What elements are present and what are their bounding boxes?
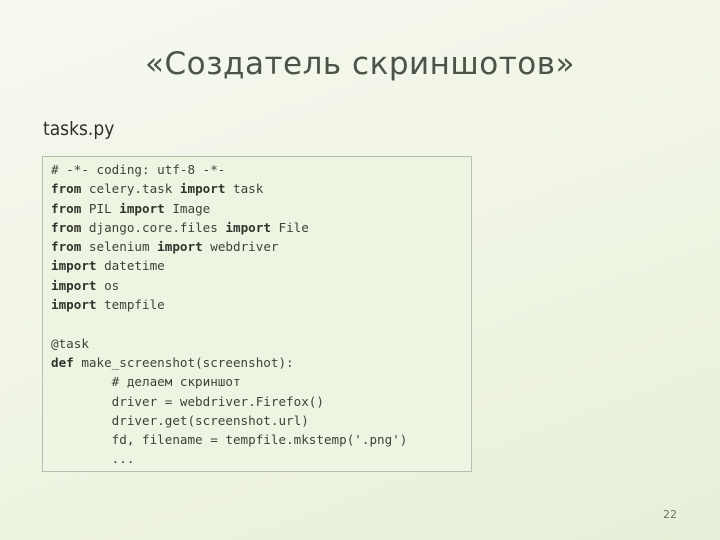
code-line: import datetime <box>51 256 471 275</box>
code-text: make_screenshot(screenshot): <box>73 354 294 370</box>
code-text: Image <box>164 200 211 216</box>
code-keyword: from <box>51 219 82 235</box>
file-name-label: tasks.py <box>43 118 115 140</box>
code-text: os <box>96 277 120 293</box>
code-text: selenium <box>81 239 158 255</box>
code-line: from celery.task import task <box>51 179 471 198</box>
code-text: task <box>225 181 264 197</box>
code-text: webdriver <box>202 239 279 255</box>
code-line: driver.get(screenshot.url) <box>51 411 471 430</box>
code-text: celery.task <box>81 181 180 197</box>
code-keyword: import <box>179 181 226 197</box>
code-text: fd, filename = tempfile.mkstemp('.png') <box>51 432 408 448</box>
code-line: import tempfile <box>51 295 471 314</box>
code-text: datetime <box>96 258 165 274</box>
code-keyword: def <box>51 354 74 370</box>
slide-title: «Создатель скриншотов» <box>144 46 575 82</box>
code-keyword: from <box>51 200 82 216</box>
code-keyword: import <box>51 258 97 274</box>
code-line: driver = webdriver.Firefox() <box>51 392 471 411</box>
code-keyword: import <box>225 219 271 235</box>
code-text: @task <box>51 335 89 351</box>
code-keyword: import <box>51 297 97 313</box>
code-text: driver = webdriver.Firefox() <box>51 393 324 409</box>
code-line: def make_screenshot(screenshot): <box>51 353 471 372</box>
code-text: # делаем скриншот <box>51 374 241 390</box>
code-keyword: from <box>51 239 82 255</box>
code-text: File <box>270 219 309 235</box>
code-line: # -*- coding: utf-8 -*- <box>51 160 471 179</box>
code-line: ... <box>51 449 471 468</box>
code-line: from selenium import webdriver <box>51 237 471 256</box>
code-line: # делаем скриншот <box>51 372 471 391</box>
code-line: fd, filename = tempfile.mkstemp('.png') <box>51 430 471 449</box>
code-text: # -*- coding: utf-8 -*- <box>51 162 226 177</box>
code-line: @task <box>51 334 471 353</box>
code-keyword: from <box>51 181 82 197</box>
code-text: PIL <box>81 200 120 216</box>
code-line: from django.core.files import File <box>51 218 471 237</box>
code-line: import os <box>51 276 471 295</box>
code-text: ... <box>51 451 135 467</box>
page-number: 22 <box>663 508 677 521</box>
code-block: # -*- coding: utf-8 -*- from celery.task … <box>42 156 472 472</box>
code-keyword: import <box>119 200 165 216</box>
code-keyword: import <box>51 277 97 293</box>
code-text: tempfile <box>96 297 165 313</box>
code-line: from PIL import Image <box>51 199 471 218</box>
code-keyword: import <box>157 239 203 255</box>
code-text: driver.get(screenshot.url) <box>51 412 309 428</box>
code-text: django.core.files <box>81 219 226 235</box>
